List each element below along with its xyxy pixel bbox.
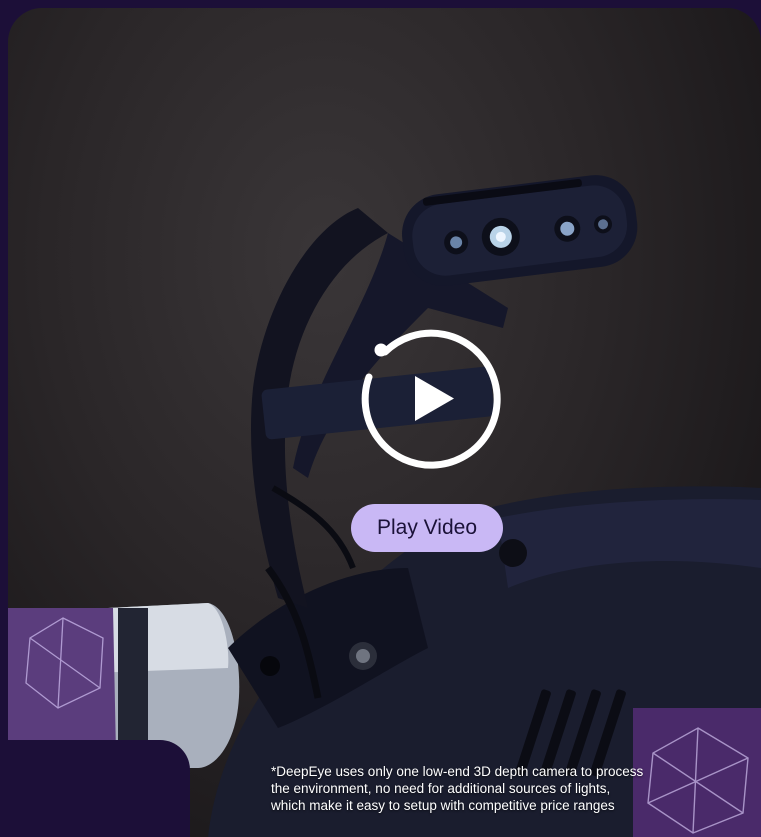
play-video-button[interactable]: Play Video [351,504,503,552]
caption-line: which make it easy to setup with competi… [271,798,615,813]
page: Play Video *DeepEye uses only one low-en… [0,0,761,837]
video-thumbnail[interactable]: Play Video *DeepEye uses only one low-en… [8,8,761,837]
video-caption: *DeepEye uses only one low-end 3D depth … [271,763,751,814]
card-corner-cutout [0,740,190,837]
caption-line: the environment, no need for additional … [271,781,611,796]
caption-line: *DeepEye uses only one low-end 3D depth … [271,764,644,779]
play-icon[interactable] [355,324,501,470]
